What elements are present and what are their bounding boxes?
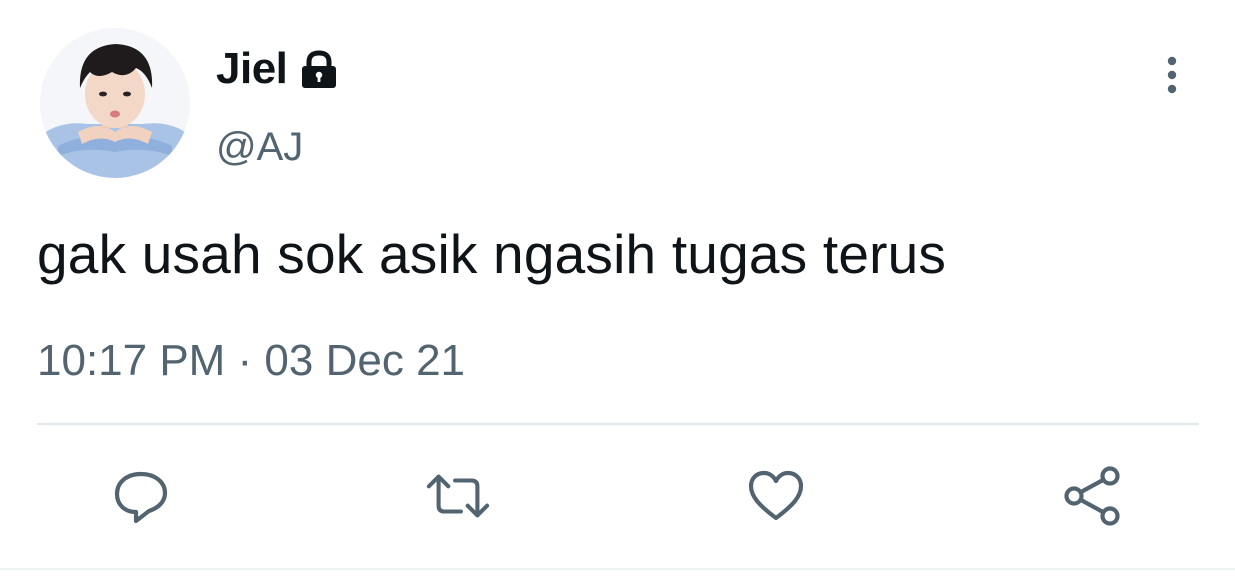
lock-icon [297,48,341,92]
avatar-image [40,28,190,178]
share-icon [1064,466,1120,526]
heart-icon [748,470,804,521]
divider [37,423,1199,425]
tweet-text: gak usah sok asik ngasih tugas terus [37,223,947,285]
more-options-button[interactable] [1152,52,1192,98]
display-name-row: Jiel [216,42,341,96]
reply-icon [114,471,168,524]
tweet-card: Jiel @AJ gak usah sok asik ngasih tugas … [0,0,1235,588]
retweet-button[interactable] [426,464,490,528]
retweet-icon [426,474,490,518]
avatar[interactable] [40,28,190,178]
share-button[interactable] [1060,464,1124,528]
reply-button[interactable] [109,464,173,528]
display-name[interactable]: Jiel [216,42,288,96]
bottom-divider [0,568,1235,570]
more-vertical-icon [1167,56,1177,94]
like-button[interactable] [744,464,808,528]
tweet-timestamp[interactable]: 10:17 PM · 03 Dec 21 [37,334,465,388]
user-handle[interactable]: @AJ [216,122,303,172]
